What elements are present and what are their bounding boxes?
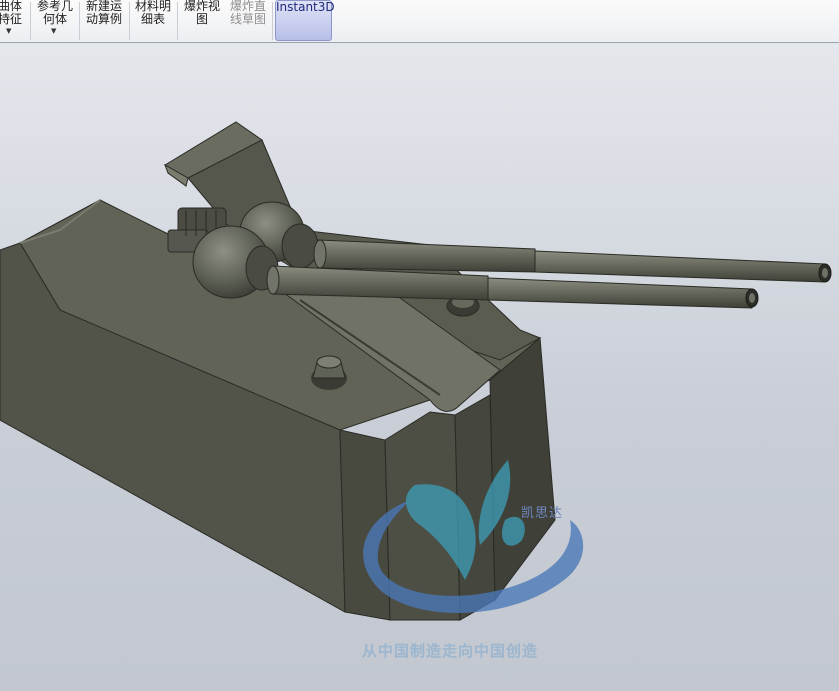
exploded-view-button[interactable]: 爆炸视 图 [180,0,224,42]
toolbar-divider [79,2,80,40]
chevron-down-icon[interactable]: ▼ [6,25,11,38]
watermark-brand-name: 凯思达 [521,506,564,521]
watermark-slogan: 从中国制造走向中国创造 [362,642,539,660]
new-motion-study-label-2: 动算例 [85,12,122,26]
new-motion-study-button[interactable]: 新建运 动算例 [82,0,126,42]
model-canvas[interactable] [0,43,839,691]
exploded-view-label-2: 图 [195,12,208,26]
toolbar-divider [272,2,273,40]
explode-line-sketch-button[interactable]: 爆炸直 线草图 [226,0,270,42]
chevron-down-icon[interactable]: ▼ [51,25,56,38]
graphics-viewport[interactable]: 凯思达 从中国制造走向中国创造 [0,43,839,691]
surface-feature-label-2: 持征 [0,12,22,26]
surface-feature-button[interactable]: 曲体 持征 ▼ [0,0,28,42]
toolbar-divider [30,2,31,40]
toolbar-divider [129,2,130,40]
reference-geometry-button[interactable]: 参考几 何体 ▼ [34,0,76,42]
toolbar-divider [177,2,178,40]
bill-of-materials-label-2: 细表 [140,12,165,26]
instant3d-label: Instant3D [276,0,335,14]
explode-line-sketch-label-2: 线草图 [229,12,266,26]
instant3d-button[interactable]: Instant3D [275,0,335,41]
bill-of-materials-button[interactable]: 材料明 细表 [132,0,174,42]
command-manager-toolbar: 曲体 持征 ▼ 参考几 何体 ▼ 新建运 动算例 材料明 细表 爆炸视 图 爆炸… [0,0,839,43]
